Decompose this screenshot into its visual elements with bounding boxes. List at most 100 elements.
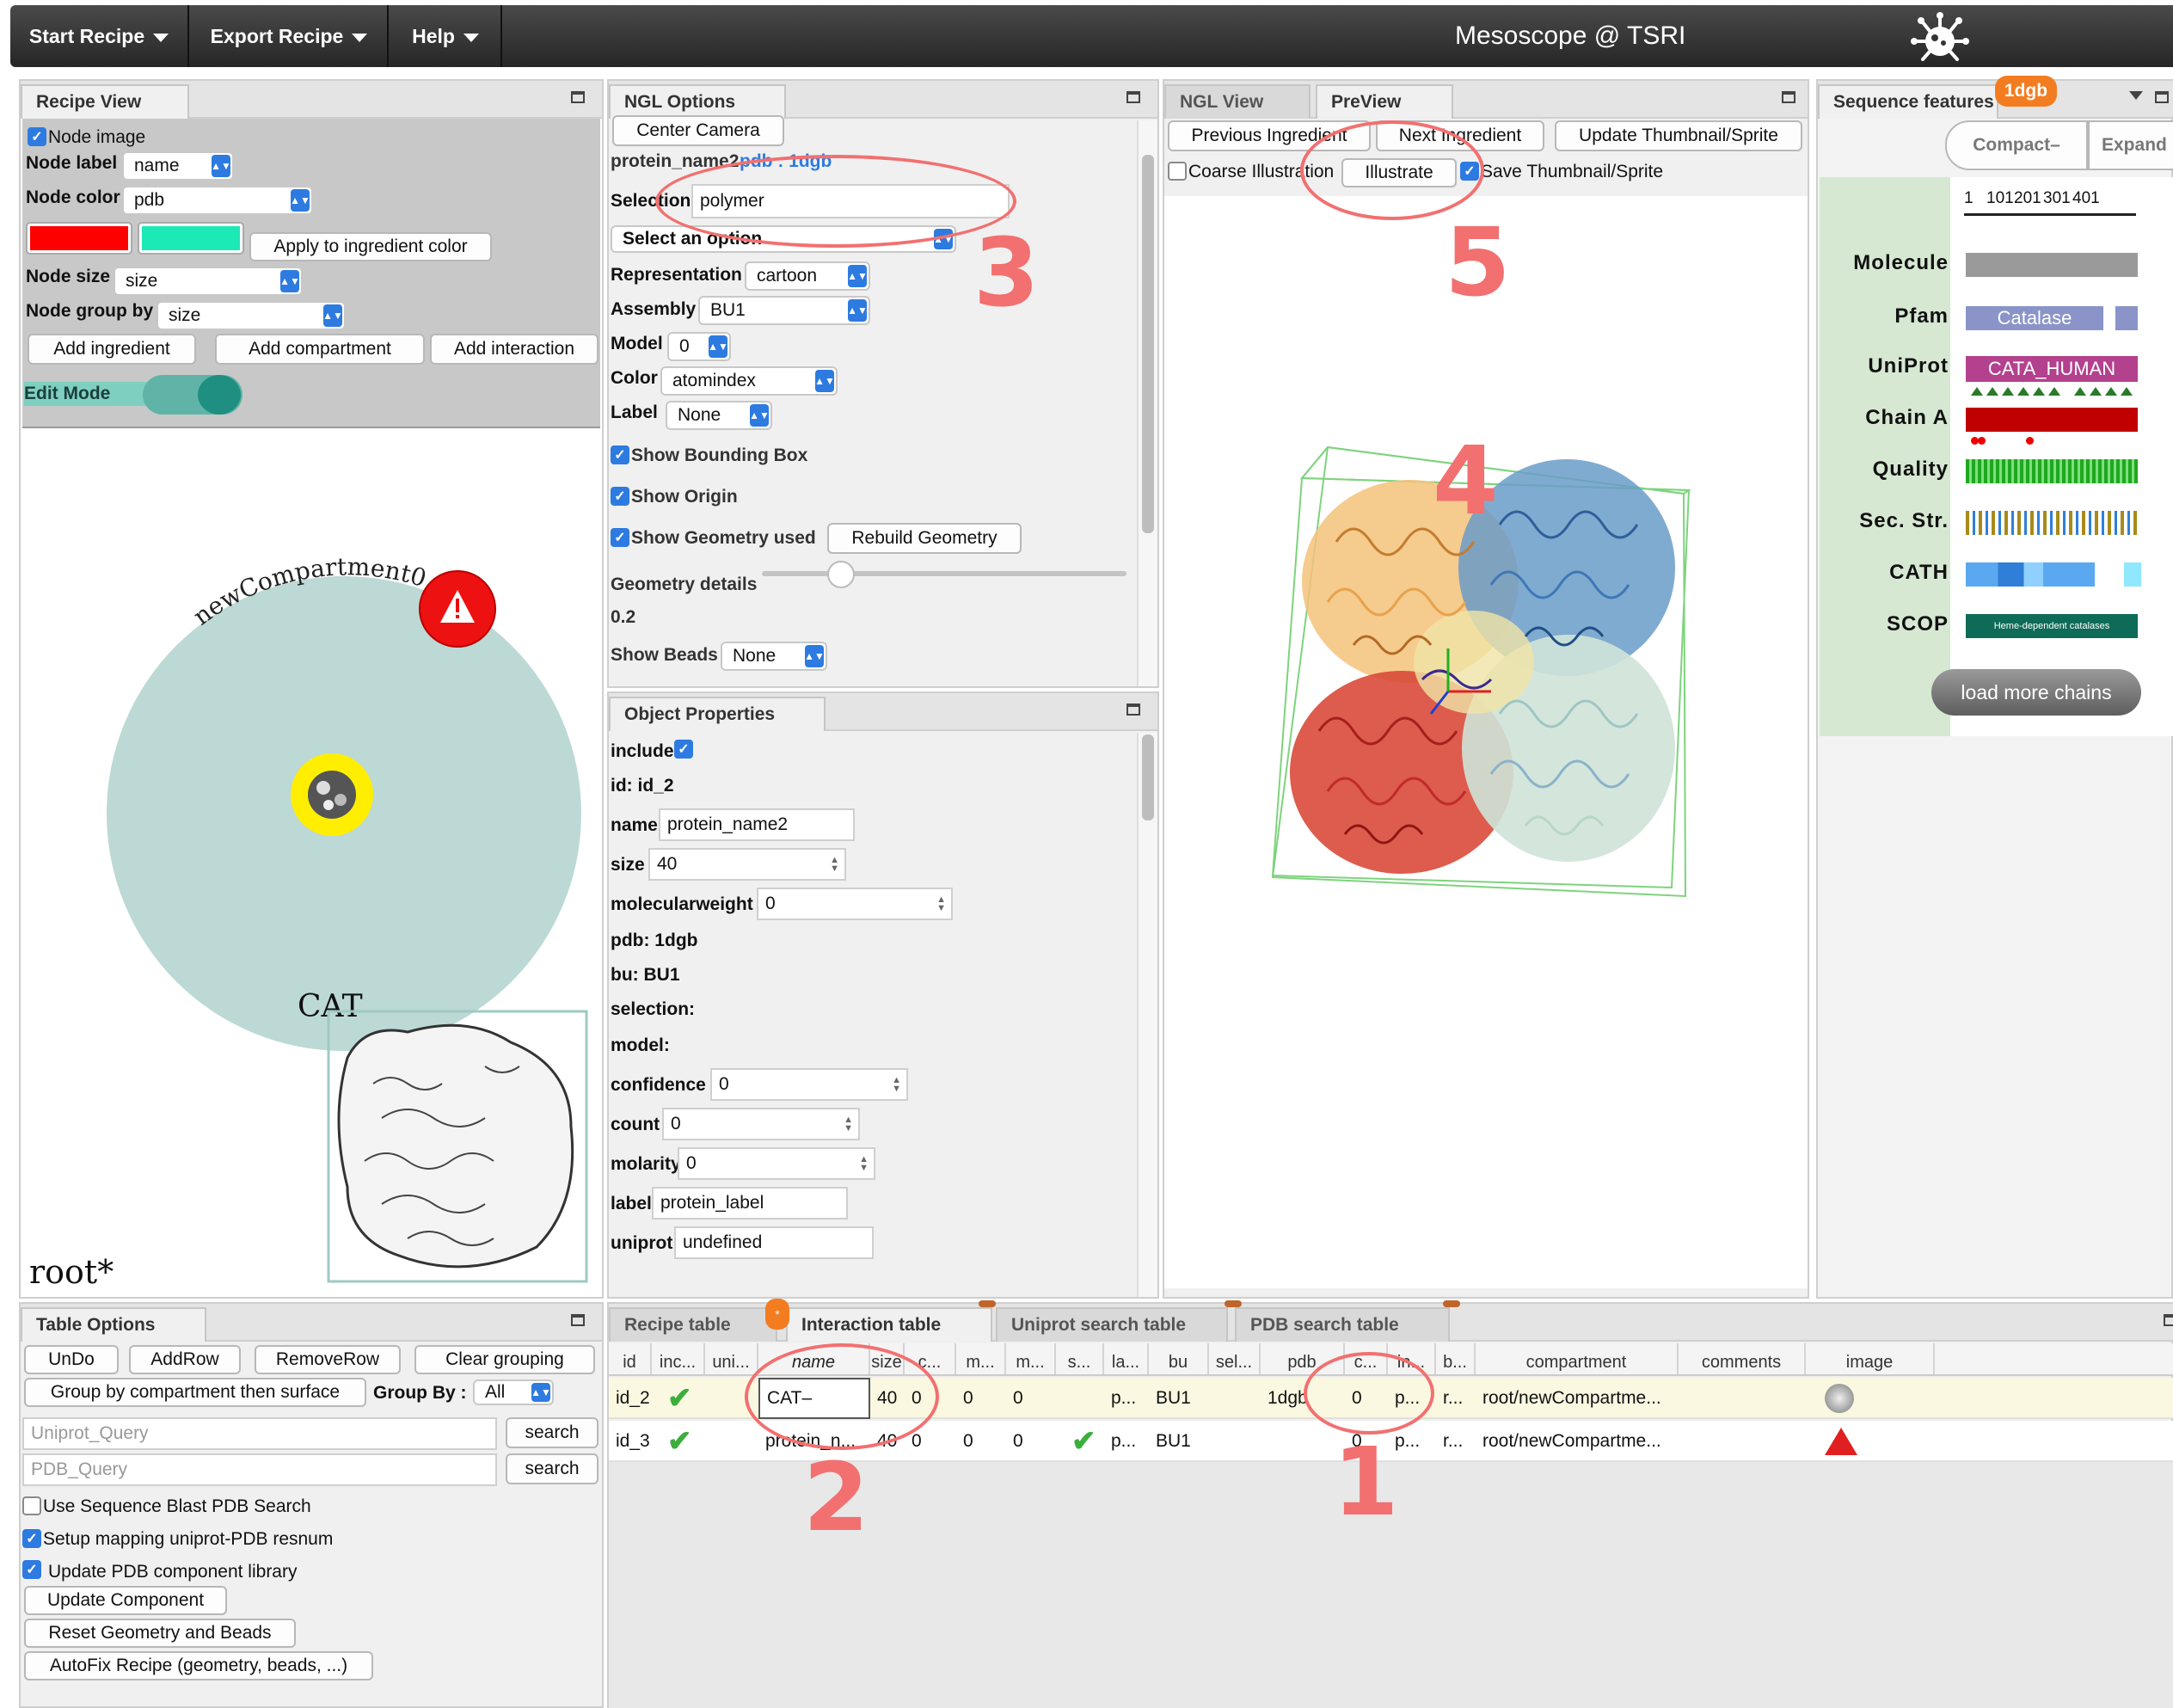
table-cell[interactable]: p...	[1104, 1378, 1149, 1419]
minimize-icon[interactable]	[1126, 91, 1140, 103]
setup-mapping-checkbox[interactable]: ✓	[22, 1529, 41, 1548]
model-select[interactable]: 0 ▲▼	[667, 332, 731, 361]
cath-track[interactable]	[1966, 562, 2095, 587]
minimize-icon[interactable]	[1782, 91, 1795, 103]
table-column-header[interactable]: m...	[1006, 1343, 1056, 1374]
compact-button[interactable]: Compact–	[1945, 120, 2088, 170]
stepper-icon[interactable]: ▲ ▼	[830, 856, 839, 874]
uniprot-search-button[interactable]: search	[506, 1417, 598, 1448]
stepper-icon[interactable]: ▲ ▼	[844, 1115, 853, 1134]
object-properties-scrollbar[interactable]	[1137, 733, 1157, 1297]
rebuild-geometry-button[interactable]: Rebuild Geometry	[827, 523, 1022, 554]
confidence-input[interactable]: 0 ▲ ▼	[710, 1068, 908, 1101]
table-column-header[interactable]: compartment	[1476, 1343, 1679, 1374]
table-column-header[interactable]: b...	[1436, 1343, 1476, 1374]
table-cell[interactable]: root/newCompartme...	[1476, 1421, 1679, 1462]
show-origin-checkbox[interactable]: ✓	[611, 487, 629, 506]
start-recipe-menu[interactable]: Start Recipe	[10, 5, 189, 67]
dropdown-arrow-icon[interactable]	[2129, 91, 2143, 100]
edit-mode-toggle[interactable]	[143, 375, 242, 415]
table-cell[interactable]	[1679, 1421, 1806, 1462]
clear-grouping-button[interactable]: Clear grouping	[414, 1345, 595, 1374]
tab-pdb-search-table[interactable]: PDB search table	[1235, 1307, 1450, 1342]
minimize-icon[interactable]	[571, 1314, 585, 1326]
assembly-select[interactable]: BU1 ▲▼	[698, 296, 870, 325]
center-camera-button[interactable]: Center Camera	[612, 115, 784, 146]
table-cell[interactable]	[1806, 1421, 1935, 1462]
geometry-slider-track[interactable]	[762, 571, 1126, 576]
show-beads-select[interactable]: None ▲▼	[721, 642, 827, 671]
table-column-header[interactable]: inc...	[652, 1343, 705, 1374]
export-recipe-menu[interactable]: Export Recipe	[191, 5, 389, 67]
table-cell[interactable]: p...	[1104, 1421, 1149, 1462]
molarity-input[interactable]: 0 ▲ ▼	[678, 1147, 875, 1180]
add-row-button[interactable]: AddRow	[129, 1345, 241, 1374]
uniprot-query-input[interactable]: Uniprot_Query	[22, 1417, 497, 1450]
group-by-select[interactable]: All ▲▼	[473, 1379, 554, 1405]
tab-preview[interactable]: PreView	[1316, 84, 1453, 119]
table-cell[interactable]	[705, 1421, 758, 1462]
quality-track[interactable]	[1966, 459, 2138, 483]
group-by-compartment-button[interactable]: Group by compartment then surface	[24, 1378, 366, 1407]
use-blast-checkbox[interactable]	[22, 1496, 41, 1515]
table-cell[interactable]: r...	[1436, 1378, 1476, 1419]
autofix-recipe-button[interactable]: AutoFix Recipe (geometry, beads, ...)	[24, 1651, 373, 1680]
table-cell[interactable]: 0	[1006, 1421, 1056, 1462]
coarse-illustration-checkbox[interactable]	[1168, 162, 1187, 181]
table-cell[interactable]: 0	[1006, 1378, 1056, 1419]
table-column-header[interactable]: image	[1806, 1343, 1935, 1374]
table-cell[interactable]	[1056, 1378, 1104, 1419]
molecule-track[interactable]	[1966, 253, 2138, 277]
table-cell[interactable]: 0	[956, 1378, 1006, 1419]
table-column-header[interactable]: m...	[956, 1343, 1006, 1374]
color-select[interactable]: atomindex ▲▼	[660, 366, 838, 396]
apply-to-ingredient-color-button[interactable]: Apply to ingredient color	[249, 232, 492, 261]
load-more-chains-button[interactable]: load more chains	[1931, 669, 2141, 716]
update-component-button[interactable]: Update Component	[24, 1586, 227, 1615]
expand-button[interactable]: Expand	[2088, 120, 2173, 170]
table-cell[interactable]: 0	[956, 1421, 1006, 1462]
scrollbar-thumb[interactable]	[1142, 734, 1154, 820]
tab-object-properties[interactable]: Object Properties	[609, 697, 826, 731]
table-column-header[interactable]: id	[609, 1343, 652, 1374]
cath-track-small[interactable]	[2124, 562, 2141, 587]
table-column-header[interactable]: uni...	[705, 1343, 758, 1374]
show-bounding-box-checkbox[interactable]: ✓	[611, 445, 629, 464]
reset-geometry-button[interactable]: Reset Geometry and Beads	[24, 1619, 296, 1648]
count-input[interactable]: 0 ▲ ▼	[662, 1108, 860, 1140]
undo-button[interactable]: UnDo	[24, 1345, 119, 1374]
table-column-header[interactable]: sel...	[1209, 1343, 1261, 1374]
pdb-search-button[interactable]: search	[506, 1453, 598, 1484]
node-group-select[interactable]: size ▲▼	[157, 301, 346, 330]
update-library-checkbox[interactable]: ✓	[22, 1560, 41, 1579]
tab-recipe-table[interactable]: Recipe table	[609, 1307, 777, 1342]
pfam-feature[interactable]: Catalase	[1966, 306, 2103, 330]
table-cell[interactable]: root/newCompartme...	[1476, 1378, 1679, 1419]
table-cell[interactable]: BU1	[1149, 1378, 1209, 1419]
scop-feature[interactable]: Heme-dependent catalases	[1966, 614, 2138, 638]
node-color-select[interactable]: pdb ▲▼	[122, 186, 313, 215]
table-column-header[interactable]: comments	[1679, 1343, 1806, 1374]
show-geometry-checkbox[interactable]: ✓	[611, 528, 629, 547]
table-cell[interactable]	[1209, 1421, 1261, 1462]
tab-ngl-options[interactable]: NGL Options	[609, 84, 786, 119]
tab-ngl-view[interactable]: NGL View	[1164, 84, 1311, 119]
table-cell[interactable]: id_2	[609, 1378, 652, 1419]
table-cell[interactable]: BU1	[1149, 1421, 1209, 1462]
ngl-3d-viewer[interactable]	[1164, 198, 1808, 1290]
add-compartment-button[interactable]: Add compartment	[215, 334, 425, 365]
chain-a-track[interactable]	[1966, 408, 2138, 432]
table-cell[interactable]	[1679, 1378, 1806, 1419]
name-input[interactable]: protein_name2	[659, 808, 855, 841]
minimize-icon[interactable]	[2164, 1314, 2173, 1326]
minimize-icon[interactable]	[2155, 91, 2169, 103]
pdb-query-input[interactable]: PDB_Query	[22, 1453, 497, 1486]
tab-table-options[interactable]: Table Options	[21, 1307, 206, 1342]
node-image-checkbox[interactable]: ✓	[28, 127, 46, 146]
table-cell[interactable]	[1209, 1378, 1261, 1419]
tab-uniprot-search-table[interactable]: Uniprot search table	[996, 1307, 1228, 1342]
pfam-feature-small[interactable]	[2115, 306, 2138, 330]
node-size-select[interactable]: size ▲▼	[114, 267, 303, 296]
table-cell[interactable]: id_3	[609, 1421, 652, 1462]
table-cell[interactable]: ✔	[652, 1378, 705, 1419]
